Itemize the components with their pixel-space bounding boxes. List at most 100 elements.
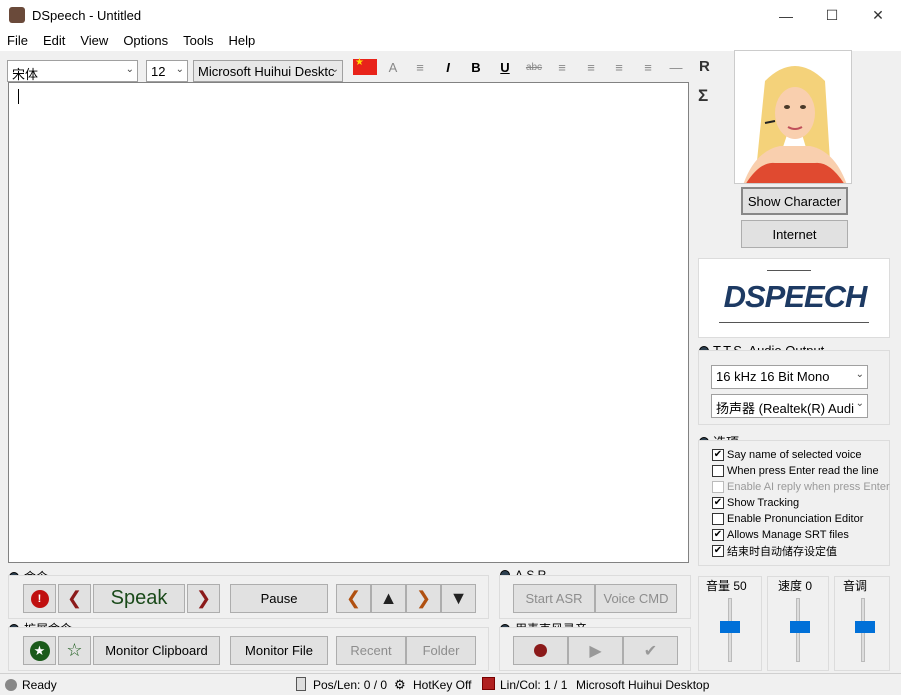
status-dot-icon bbox=[5, 679, 17, 691]
status-hotkey: HotKey Off bbox=[413, 678, 472, 692]
audio-format-select[interactable]: 16 kHz 16 Bit Mono ⌄ bbox=[711, 365, 868, 389]
character-image bbox=[734, 50, 852, 184]
option-checkbox-3[interactable]: ✔ Show Tracking bbox=[712, 495, 890, 510]
logo-panel: DSPEECH bbox=[698, 258, 890, 338]
volume-slider-thumb[interactable] bbox=[720, 621, 740, 633]
option-label: Say name of selected voice bbox=[727, 448, 862, 461]
option-checkbox-2[interactable]: Enable AI reply when press Enter bbox=[712, 479, 890, 494]
stop-button[interactable]: ! bbox=[23, 584, 56, 613]
pitch-label: 音调 bbox=[843, 579, 868, 593]
size-select[interactable]: 12 ⌄ bbox=[146, 60, 188, 82]
monitor-clipboard-button[interactable]: Monitor Clipboard bbox=[93, 636, 220, 665]
minimize-button[interactable]: — bbox=[763, 0, 809, 31]
underline-icon[interactable]: U bbox=[493, 56, 517, 78]
start-asr-button[interactable]: Start ASR bbox=[513, 584, 595, 613]
sigma-button[interactable]: Σ bbox=[698, 86, 708, 106]
close-button[interactable]: ✕ bbox=[855, 0, 901, 31]
checkbox-checked-icon[interactable]: ✔ bbox=[712, 448, 724, 461]
arrow-up-icon: ▲ bbox=[379, 588, 398, 608]
checkbox-empty-icon[interactable] bbox=[712, 480, 724, 493]
menu-options[interactable]: Options bbox=[116, 31, 176, 51]
bold-icon[interactable]: B bbox=[464, 56, 488, 78]
monitor-file-button[interactable]: Monitor File bbox=[230, 636, 328, 665]
arrow-right-icon: ❯ bbox=[415, 588, 432, 608]
chevron-down-icon: ⌄ bbox=[125, 64, 134, 75]
save-icon bbox=[482, 677, 495, 690]
speak-button[interactable]: Speak bbox=[93, 584, 185, 613]
speed-slider-thumb[interactable] bbox=[790, 621, 810, 633]
text-editor[interactable] bbox=[8, 82, 689, 563]
status-bar: Ready Pos/Len: 0 / 0 ⚙ HotKey Off Lin/Co… bbox=[0, 673, 901, 695]
status-voice: Microsoft Huihui Desktop bbox=[576, 678, 710, 692]
menu-bar: File Edit View Options Tools Help bbox=[0, 31, 901, 51]
pitch-slider-thumb[interactable] bbox=[855, 621, 875, 633]
status-pos: Pos/Len: 0 / 0 bbox=[313, 678, 388, 692]
italic-icon[interactable]: I bbox=[436, 56, 460, 78]
folder-button[interactable]: Folder bbox=[406, 636, 476, 665]
option-checkbox-4[interactable]: Enable Pronunciation Editor bbox=[712, 511, 890, 526]
voice-cmd-button[interactable]: Voice CMD bbox=[595, 584, 677, 613]
text-caret bbox=[18, 89, 19, 104]
align-right-icon[interactable]: ≡ bbox=[607, 56, 631, 78]
option-checkbox-1[interactable]: When press Enter read the line bbox=[712, 463, 890, 478]
recent-button[interactable]: Recent bbox=[336, 636, 406, 665]
option-label: Allows Manage SRT files bbox=[727, 528, 849, 541]
menu-edit[interactable]: Edit bbox=[36, 31, 73, 51]
show-character-button[interactable]: Show Character bbox=[741, 187, 848, 215]
internet-button[interactable]: Internet bbox=[741, 220, 848, 248]
chevron-down-icon: ⌄ bbox=[175, 64, 184, 75]
stop-icon: ! bbox=[30, 589, 49, 608]
chevron-down-icon: ⌄ bbox=[855, 369, 864, 380]
arrow-left-icon: ❮ bbox=[66, 588, 83, 608]
option-checkbox-6[interactable]: ✔ 结束时自动储存设定值 bbox=[712, 543, 890, 558]
star-outline-icon: ☆ bbox=[66, 640, 83, 660]
audio-device-value: 扬声器 (Realtek(R) Audi bbox=[716, 401, 854, 416]
menu-help[interactable]: Help bbox=[221, 31, 263, 51]
confirm-button[interactable]: ✔ bbox=[623, 636, 678, 665]
favorites-list-button[interactable]: ☆ bbox=[58, 636, 91, 665]
justify-icon[interactable]: ≡ bbox=[636, 56, 660, 78]
font-color-icon[interactable]: A bbox=[381, 56, 405, 78]
audio-device-select[interactable]: 扬声器 (Realtek(R) Audi ⌄ bbox=[711, 394, 868, 418]
options-list: ✔ Say name of selected voice When press En… bbox=[712, 447, 890, 559]
strikethrough-icon[interactable]: abc bbox=[522, 56, 546, 78]
menu-file[interactable]: File bbox=[0, 31, 36, 51]
menu-tools[interactable]: Tools bbox=[176, 31, 221, 51]
previous-button[interactable]: ❮ bbox=[58, 584, 91, 613]
language-flag-icon[interactable]: ★ bbox=[353, 57, 377, 75]
window-title: DSpeech - Untitled bbox=[32, 8, 142, 23]
align-center-icon[interactable]: ≡ bbox=[579, 56, 603, 78]
next-voice-button[interactable]: ❯ bbox=[406, 584, 441, 613]
menu-view[interactable]: View bbox=[73, 31, 116, 51]
audio-format-value: 16 kHz 16 Bit Mono bbox=[716, 369, 830, 384]
speed-label: 速度 0 bbox=[778, 579, 813, 593]
checkbox-empty-icon[interactable] bbox=[712, 464, 724, 477]
favorite-button[interactable]: ★ bbox=[23, 636, 56, 665]
list-icon[interactable]: ≡ bbox=[408, 56, 432, 78]
down-button[interactable]: ▼ bbox=[441, 584, 476, 613]
option-checkbox-5[interactable]: ✔ Allows Manage SRT files bbox=[712, 527, 890, 542]
r-button[interactable]: R bbox=[699, 58, 710, 75]
voice-select[interactable]: Microsoft Huihui Desktc ⌄ bbox=[193, 60, 343, 82]
option-checkbox-0[interactable]: ✔ Say name of selected voice bbox=[712, 447, 890, 462]
checkbox-checked-icon[interactable]: ✔ bbox=[712, 496, 724, 509]
checkbox-checked-icon[interactable]: ✔ bbox=[712, 528, 724, 541]
line-icon[interactable]: — bbox=[664, 56, 688, 78]
play-button[interactable]: ▶ bbox=[568, 636, 623, 665]
status-ready: Ready bbox=[22, 678, 57, 692]
option-label: Show Tracking bbox=[727, 496, 800, 509]
align-left-icon[interactable]: ≡ bbox=[550, 56, 574, 78]
option-label: Enable Pronunciation Editor bbox=[727, 512, 864, 525]
star-filled-icon: ★ bbox=[29, 640, 50, 661]
checkbox-empty-icon[interactable] bbox=[712, 512, 724, 525]
record-button[interactable] bbox=[513, 636, 568, 665]
next-button[interactable]: ❯ bbox=[187, 584, 220, 613]
checkbox-checked-icon[interactable]: ✔ bbox=[712, 544, 724, 557]
maximize-button[interactable]: ☐ bbox=[809, 0, 855, 31]
up-button[interactable]: ▲ bbox=[371, 584, 406, 613]
check-icon: ✔ bbox=[643, 642, 658, 660]
hotkey-icon: ⚙ bbox=[394, 677, 406, 692]
pause-button[interactable]: Pause bbox=[230, 584, 328, 613]
font-select[interactable]: 宋体 ⌄ bbox=[7, 60, 138, 82]
previous-voice-button[interactable]: ❮ bbox=[336, 584, 371, 613]
